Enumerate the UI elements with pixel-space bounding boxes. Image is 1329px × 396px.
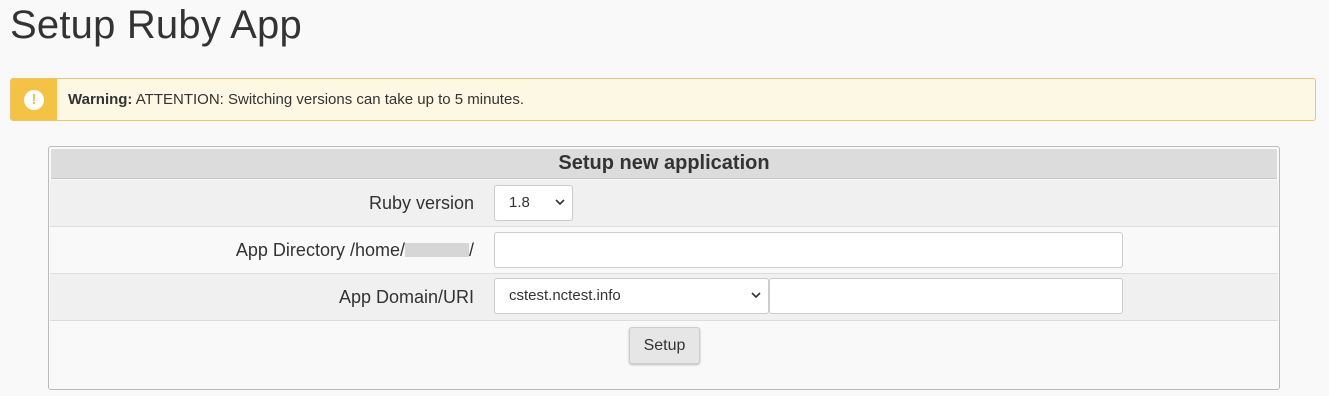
exclamation-icon: ! [24, 89, 44, 110]
chevron-down-icon [751, 292, 761, 299]
ruby-version-select[interactable]: 1.8 [494, 185, 573, 221]
app-domain-select[interactable]: cstest.nctest.info [494, 278, 769, 314]
app-domain-value: cstest.nctest.info [509, 287, 621, 304]
app-directory-label-suffix: / [468, 240, 474, 260]
ruby-version-row: Ruby version 1.8 [50, 180, 1278, 227]
alert-icon-box: ! [11, 79, 57, 120]
app-directory-input[interactable] [494, 232, 1123, 268]
app-domain-label: App Domain/URI [338, 287, 474, 307]
alert-message: ATTENTION: Switching versions can take u… [135, 91, 524, 108]
app-uri-input[interactable] [769, 278, 1123, 314]
app-directory-row: App Directory /home/ / [50, 227, 1278, 274]
app-directory-label-prefix: App Directory /home/ [235, 240, 405, 260]
app-domain-row: App Domain/URI cstest.nctest.info [50, 274, 1278, 321]
setup-form-panel: Setup new application Ruby version 1.8 A… [48, 146, 1280, 390]
alert-text: Warning: ATTENTION: Switching versions c… [68, 91, 524, 108]
app-directory-label: App Directory /home/ / [236, 227, 474, 273]
setup-button[interactable]: Setup [629, 327, 700, 364]
warning-alert: ! Warning: ATTENTION: Switching versions… [10, 78, 1316, 121]
page-title: Setup Ruby App [10, 3, 302, 47]
redacted-username [404, 242, 469, 257]
ruby-version-label: Ruby version [368, 193, 474, 213]
chevron-down-icon [555, 199, 565, 206]
ruby-version-value: 1.8 [509, 194, 530, 211]
form-header: Setup new application [51, 149, 1277, 179]
alert-label: Warning: [68, 91, 133, 108]
